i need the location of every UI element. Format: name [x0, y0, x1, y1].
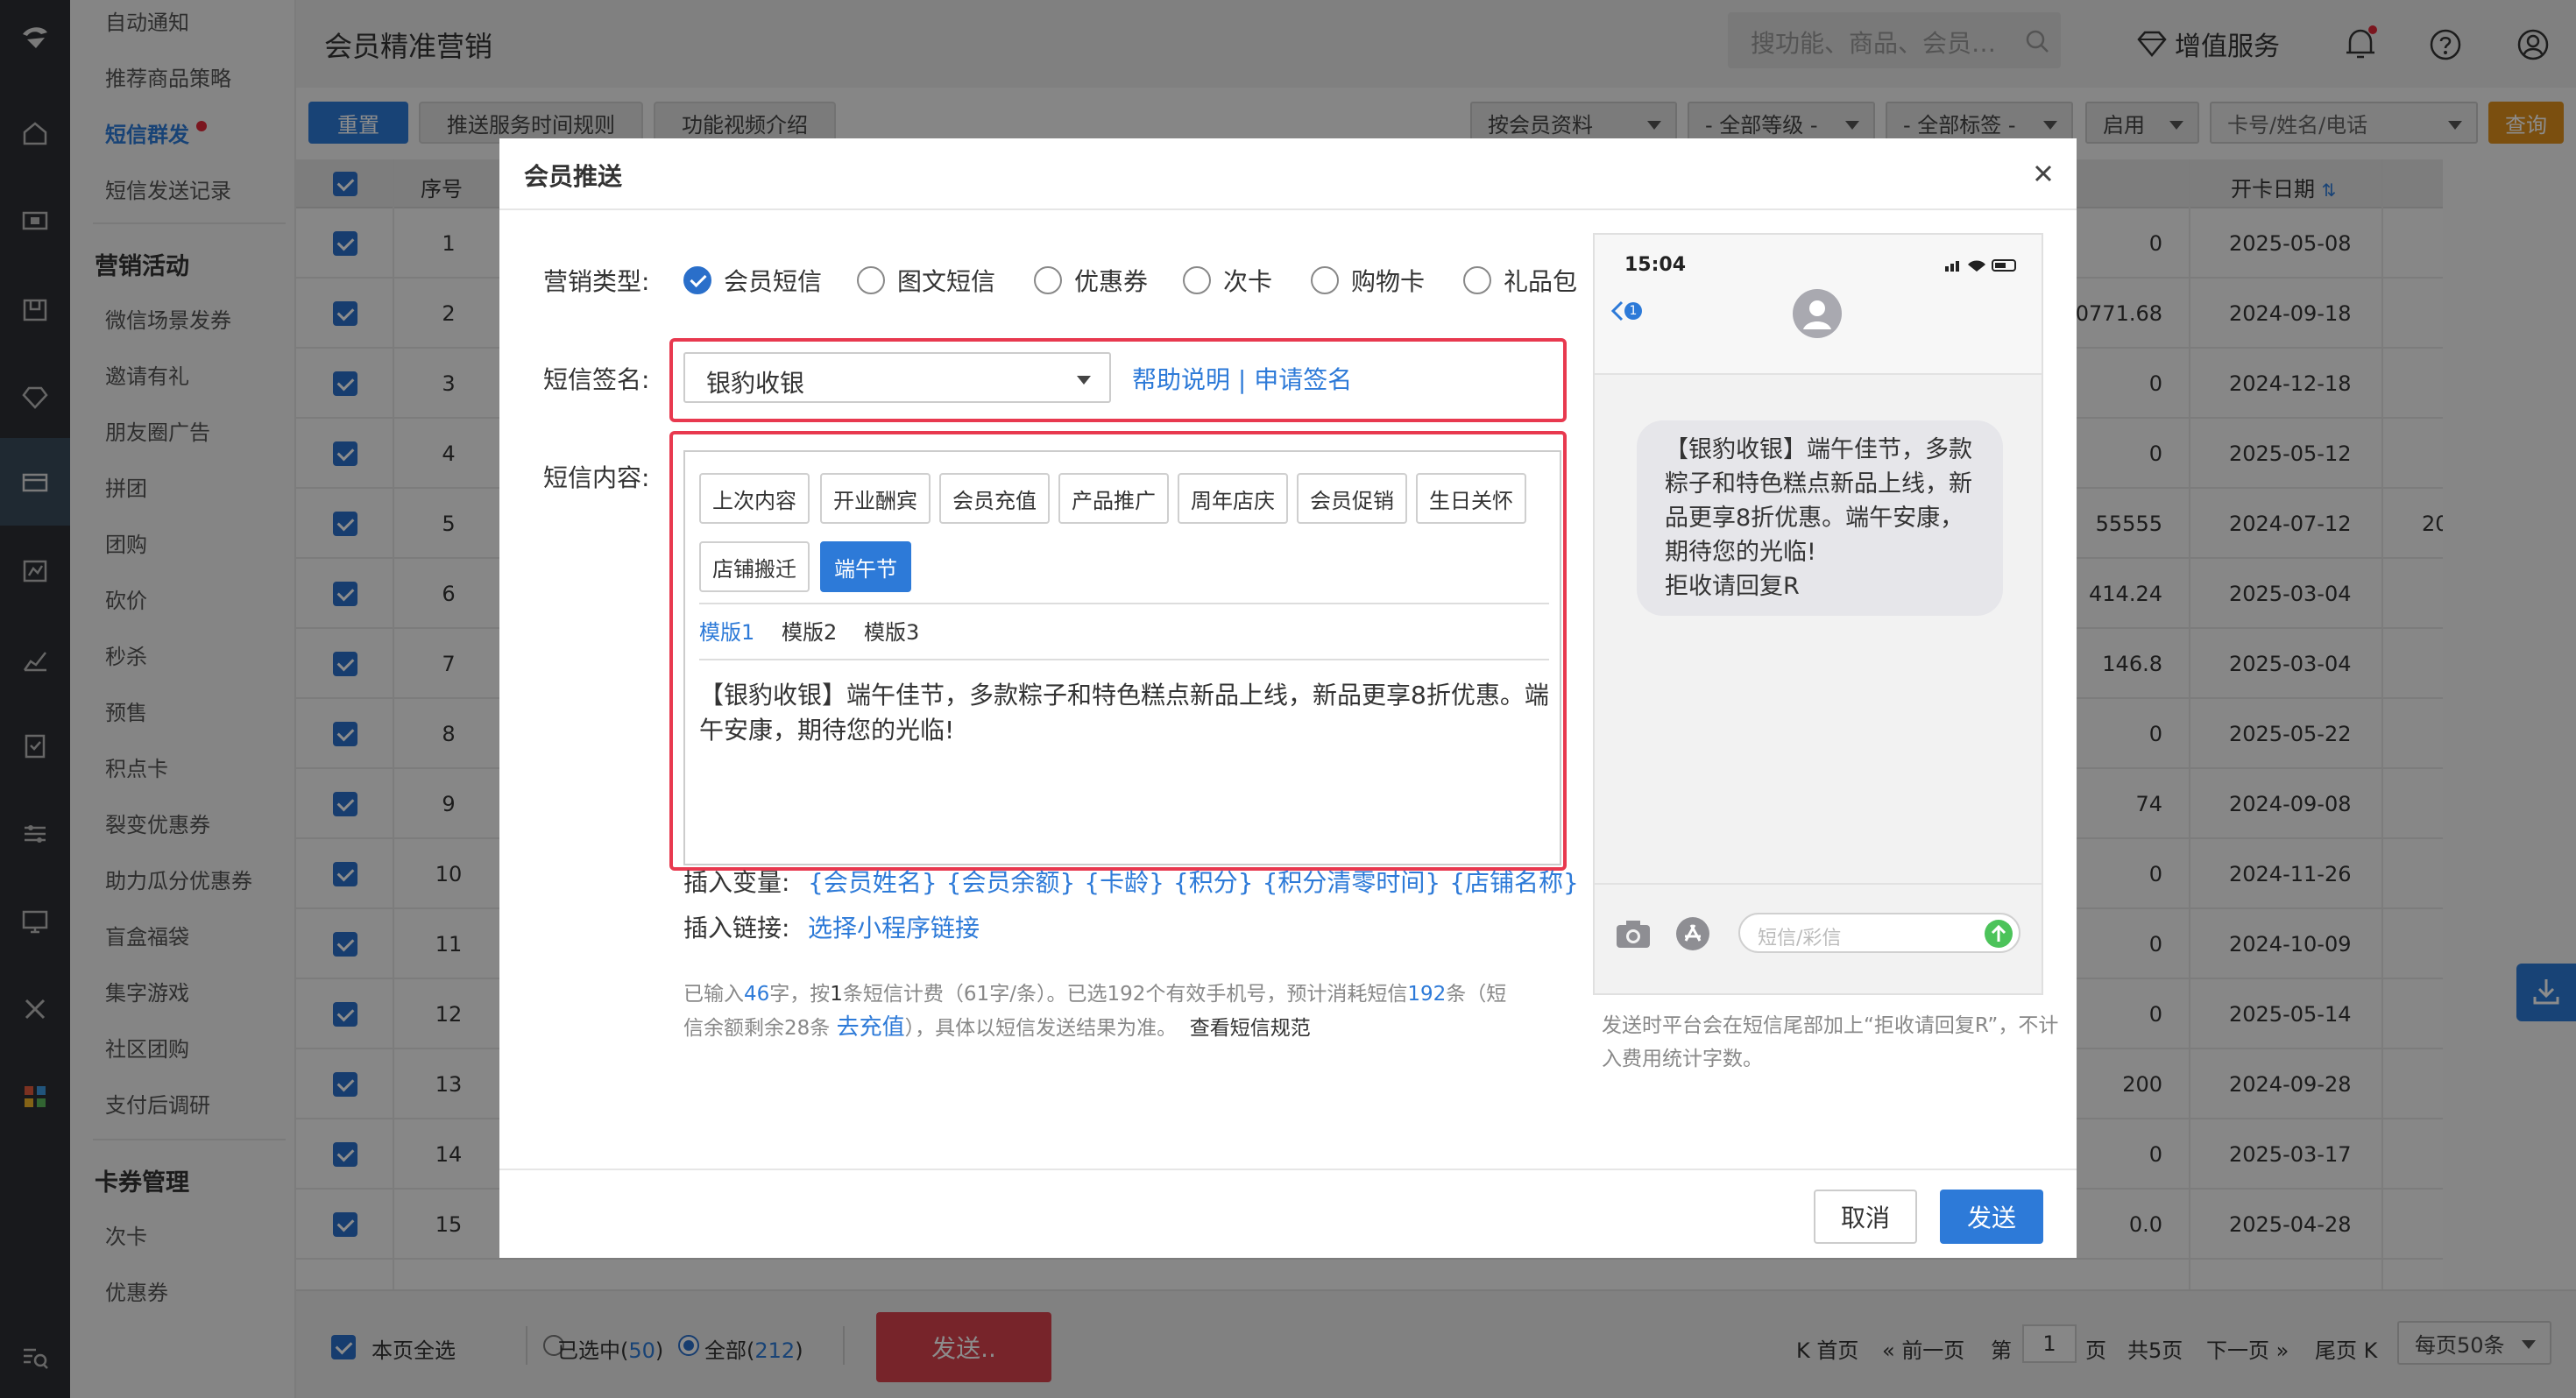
type-option-label[interactable]: 购物卡	[1351, 263, 1425, 298]
cancel-button[interactable]: 取消	[1814, 1190, 1917, 1244]
variable-link[interactable]: {积分清零时间}	[1263, 868, 1441, 897]
recharge-link[interactable]: 去充值	[837, 1014, 905, 1041]
content-label: 短信内容:	[543, 463, 650, 492]
variable-link[interactable]: {卡龄}	[1084, 868, 1164, 897]
type-label: 营销类型:	[543, 267, 650, 296]
type-radio[interactable]	[1034, 266, 1062, 294]
type-option-label[interactable]: 礼品包	[1504, 263, 1577, 298]
sign-label: 短信签名:	[543, 365, 650, 394]
phone-preview: 15:04 1 【银豹收银】端午佳节，多款粽子和特色糕点新品上线，新品更享8折优…	[1593, 233, 2043, 995]
highlight-signature	[669, 338, 1567, 422]
type-radio[interactable]	[857, 266, 885, 294]
variable-link[interactable]: {会员余额}	[946, 868, 1076, 897]
status-icons	[1945, 259, 2016, 272]
dialog-header: 会员推送	[499, 138, 2077, 210]
close-icon[interactable]	[2033, 163, 2054, 184]
variable-link[interactable]: {积分}	[1173, 868, 1254, 897]
type-option-label[interactable]: 优惠券	[1074, 263, 1148, 298]
contact-avatar-icon	[1793, 289, 1842, 338]
type-option-label[interactable]: 次卡	[1223, 263, 1272, 298]
phone-time: 15:04	[1624, 254, 1687, 276]
phone-caption: 发送时平台会在短信尾部加上“拒收请回复R”，不计入费用统计字数。	[1602, 1014, 2059, 1070]
dialog-title: 会员推送	[524, 162, 623, 191]
type-radio[interactable]	[1311, 266, 1339, 294]
sms-input[interactable]: 短信/彩信	[1738, 913, 2020, 953]
back-icon	[1610, 300, 1624, 321]
back-button[interactable]: 1	[1610, 298, 1651, 324]
member-push-dialog: 会员推送 营销类型: 会员短信 图文短信 优惠券 次卡 购物卡 礼品包 短信签名: 银豹收…	[499, 138, 2077, 1258]
highlight-content	[669, 431, 1567, 871]
insert-var-label: 插入变量:	[683, 868, 790, 897]
insert-link-label: 插入链接:	[683, 914, 790, 943]
billing-note: 已输入46字，按1条短信计费（61字/条）。已选192个有效手机号，预计消耗短信…	[683, 983, 1507, 1041]
sms-rules-link[interactable]: 查看短信规范	[1190, 1017, 1311, 1040]
type-radio[interactable]	[683, 266, 711, 294]
appstore-icon[interactable]	[1675, 916, 1710, 951]
variable-list: {会员姓名} {会员余额} {卡龄} {积分} {积分清零时间} {店铺名称}	[808, 864, 1588, 899]
type-radio[interactable]	[1183, 266, 1211, 294]
variable-link[interactable]: {会员姓名}	[808, 868, 938, 897]
send-arrow-icon[interactable]	[1984, 919, 2013, 949]
type-radio[interactable]	[1463, 266, 1491, 294]
camera-icon[interactable]	[1614, 918, 1652, 950]
send-button[interactable]: 发送	[1940, 1190, 2043, 1244]
type-option-label[interactable]: 会员短信	[724, 263, 822, 298]
type-option-label[interactable]: 图文短信	[897, 263, 995, 298]
sms-bubble: 【银豹收银】端午佳节，多款粽子和特色糕点新品上线，新品更享8折优惠。端午安康，期…	[1637, 420, 2003, 616]
divider	[499, 1169, 2077, 1170]
variable-link[interactable]: {店铺名称}	[1449, 868, 1579, 897]
divider	[1595, 883, 2042, 885]
mini-program-link[interactable]: 选择小程序链接	[808, 909, 980, 944]
